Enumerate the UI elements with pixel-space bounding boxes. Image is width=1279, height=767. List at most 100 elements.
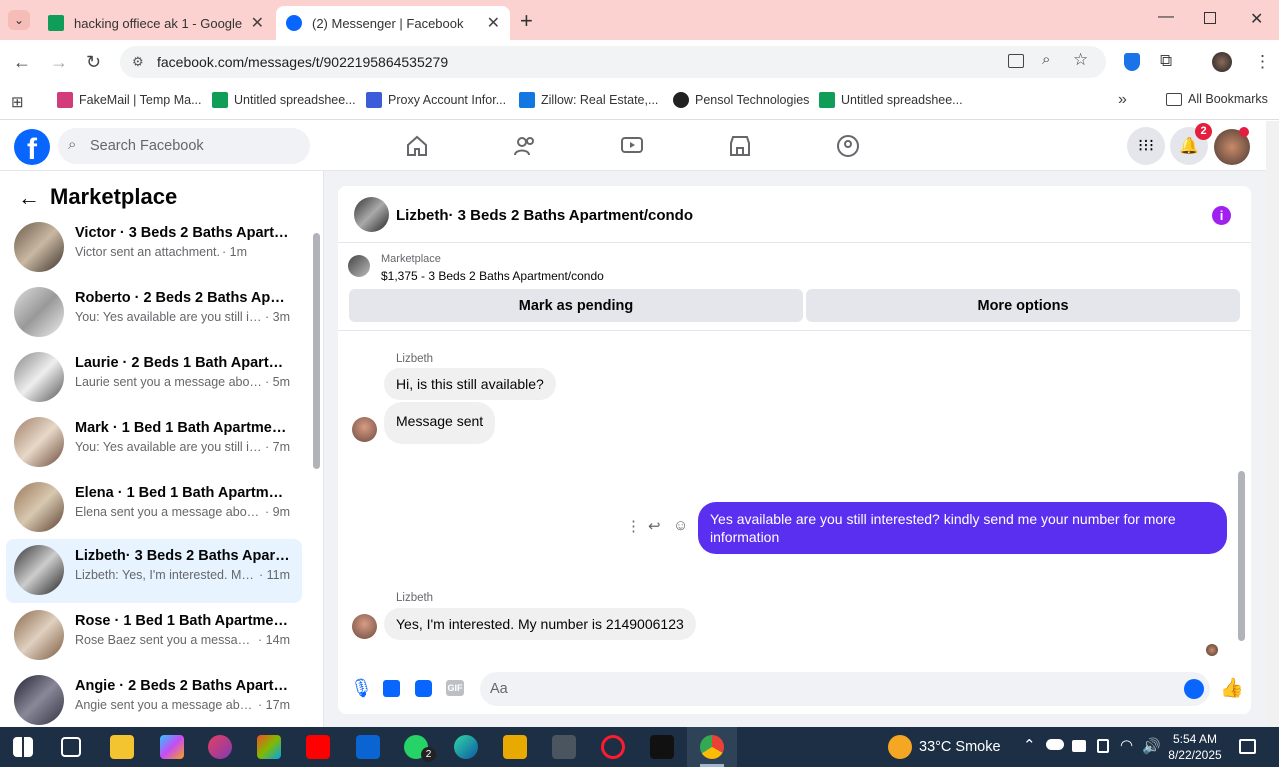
bookmark-pensol[interactable]: Pensol Technologies [673, 92, 809, 108]
incoming-message[interactable]: Hi, is this still available? [384, 368, 556, 400]
tab-messenger[interactable]: (2) Messenger | Facebook ✕ [276, 6, 510, 40]
groups-icon[interactable] [836, 134, 860, 158]
app-icon[interactable] [208, 735, 232, 759]
close-window-button[interactable]: ✕ [1250, 9, 1263, 29]
mark-as-pending-button[interactable]: Mark as pending [349, 289, 803, 322]
wifi-icon[interactable]: ◠ [1120, 736, 1133, 754]
conversation-item[interactable]: Laurie · 2 Beds 1 Bath Apartmen... Lauri… [6, 346, 302, 410]
more-actions-icon[interactable]: ⋮ [626, 517, 641, 535]
conversation-item[interactable]: Elena · 1 Bed 1 Bath Apartment/... Elena… [6, 476, 302, 540]
message-input[interactable]: Aa [480, 672, 1210, 706]
opera-icon[interactable] [601, 735, 625, 759]
like-thumbs-up-icon[interactable]: 👍 [1220, 676, 1244, 699]
windows-start-icon[interactable] [13, 737, 33, 757]
clock[interactable]: 5:54 AM 8/22/2025 [1160, 731, 1230, 763]
more-options-button[interactable]: More options [806, 289, 1240, 322]
back-arrow-icon[interactable]: ← [18, 185, 40, 211]
minimize-button[interactable]: — [1158, 8, 1174, 26]
sender-avatar[interactable] [352, 614, 377, 639]
chevron-up-icon[interactable]: ⌃ [1023, 736, 1036, 754]
onedrive-icon[interactable] [1046, 739, 1064, 750]
close-tab-icon[interactable]: ✕ [487, 13, 500, 33]
incoming-message[interactable]: Yes, I'm interested. My number is 214900… [384, 608, 696, 640]
sender-avatar[interactable] [352, 417, 377, 442]
forward-icon[interactable]: → [50, 52, 68, 73]
conversation-item-active[interactable]: Lizbeth· 3 Beds 2 Baths Apartm... Lizbet… [6, 539, 302, 603]
marketplace-icon[interactable] [728, 134, 752, 158]
tab-search-dropdown[interactable]: ⌄ [8, 10, 30, 30]
conversation-time: · 3m [265, 310, 290, 324]
outlook-icon[interactable] [356, 735, 380, 759]
react-emoji-icon[interactable]: ☺ [673, 517, 688, 534]
chat-avatar[interactable] [354, 197, 389, 232]
tiktok-icon[interactable] [650, 735, 674, 759]
facebook-logo[interactable]: f [14, 129, 50, 165]
copilot-icon[interactable] [160, 735, 184, 759]
friends-icon[interactable] [513, 134, 537, 158]
edge-icon[interactable] [454, 735, 478, 759]
apps-grid-icon[interactable]: ⊞ [11, 93, 24, 111]
weather-icon[interactable] [888, 735, 912, 759]
conversation-item[interactable]: Rose · 1 Bed 1 Bath Apartment/c... Rose … [6, 604, 302, 668]
bookmark-fakemail[interactable]: FakeMail | Temp Ma... [57, 92, 202, 108]
zoom-icon[interactable]: ⌕ [1042, 51, 1050, 68]
profile-avatar[interactable] [1212, 52, 1232, 72]
emoji-icon[interactable] [1184, 679, 1204, 699]
bookmark-spreadsheet-1[interactable]: Untitled spreadshee... [212, 92, 356, 108]
more-bookmarks-icon[interactable]: » [1118, 91, 1127, 109]
gif-icon[interactable]: GIF [446, 680, 464, 696]
sticker-icon[interactable] [415, 680, 432, 697]
install-app-icon[interactable] [1008, 54, 1024, 68]
conversation-item[interactable]: Angie · 2 Beds 2 Baths Apartme... Angie … [6, 669, 302, 727]
tray-device-icon[interactable] [1097, 739, 1109, 753]
chrome-icon[interactable] [700, 735, 724, 759]
restore-button[interactable] [1204, 12, 1216, 24]
bookmark-zillow[interactable]: Zillow: Real Estate,... [519, 92, 658, 108]
volume-icon[interactable]: 🔊 [1142, 737, 1161, 755]
close-tab-icon[interactable]: ✕ [251, 13, 264, 33]
youtube-icon[interactable] [306, 735, 330, 759]
menu-grid-button[interactable]: ⁝⁝⁝ [1127, 127, 1165, 165]
page-scrollbar[interactable] [1266, 121, 1279, 727]
photo-icon[interactable] [383, 680, 400, 697]
conversation-item[interactable]: Mark · 1 Bed 1 Bath Apartment/... You: Y… [6, 411, 302, 475]
tray-icon[interactable] [1072, 740, 1086, 752]
notification-center-icon[interactable] [1239, 739, 1256, 754]
chat-title[interactable]: Lizbeth· 3 Beds 2 Baths Apartment/condo [396, 207, 693, 224]
chat-scrollbar[interactable] [1238, 471, 1245, 641]
clock-time: 5:54 AM [1172, 732, 1218, 746]
site-info-icon[interactable]: ⚙ [132, 54, 148, 70]
reply-icon[interactable]: ↩ [648, 517, 661, 535]
badge-app-icon[interactable] [503, 735, 527, 759]
browser-menu-icon[interactable]: ⋮ [1254, 52, 1271, 72]
shield-extension-icon[interactable] [1124, 53, 1140, 71]
bookmark-proxy[interactable]: Proxy Account Infor... [366, 92, 506, 108]
listing-title[interactable]: $1,375 - 3 Beds 2 Baths Apartment/condo [381, 269, 604, 283]
video-icon[interactable] [620, 134, 644, 158]
search-input[interactable]: ⌕ Search Facebook [58, 128, 310, 164]
conversation-list-scrollbar[interactable] [313, 233, 320, 469]
all-bookmarks[interactable]: All Bookmarks [1166, 92, 1268, 106]
microphone-icon[interactable]: 🎙 [350, 678, 373, 700]
listing-thumbnail[interactable] [348, 255, 370, 277]
extensions-puzzle-icon[interactable]: ⧉ [1160, 51, 1172, 71]
file-explorer-icon[interactable] [110, 735, 134, 759]
conversation-item[interactable]: Roberto · 2 Beds 2 Baths Apart... You: Y… [6, 281, 302, 345]
new-tab-button[interactable]: + [520, 8, 533, 34]
screen-app-icon[interactable] [552, 735, 576, 759]
info-icon[interactable]: i [1212, 206, 1231, 225]
microsoft-store-icon[interactable] [257, 735, 281, 759]
conversation-item[interactable]: Victor · 3 Beds 2 Baths Apartme... Victo… [6, 216, 302, 280]
outgoing-message[interactable]: Yes available are you still interested? … [698, 502, 1227, 554]
incoming-message[interactable]: Message sent [384, 402, 496, 444]
task-view-icon[interactable] [61, 737, 81, 757]
url-bar[interactable]: ⚙ facebook.com/messages/t/90221958645352… [120, 46, 1106, 78]
reload-icon[interactable]: ↻ [86, 52, 101, 73]
google-sheets-icon [212, 92, 228, 108]
back-icon[interactable]: ← [13, 52, 31, 73]
bookmark-star-icon[interactable]: ☆ [1073, 50, 1088, 70]
home-icon[interactable] [405, 134, 429, 158]
weather-text[interactable]: 33°C Smoke [919, 739, 1001, 755]
tab-google-sheets[interactable]: hacking offiece ak 1 - Google S ✕ [38, 6, 274, 40]
bookmark-spreadsheet-2[interactable]: Untitled spreadshee... [819, 92, 963, 108]
